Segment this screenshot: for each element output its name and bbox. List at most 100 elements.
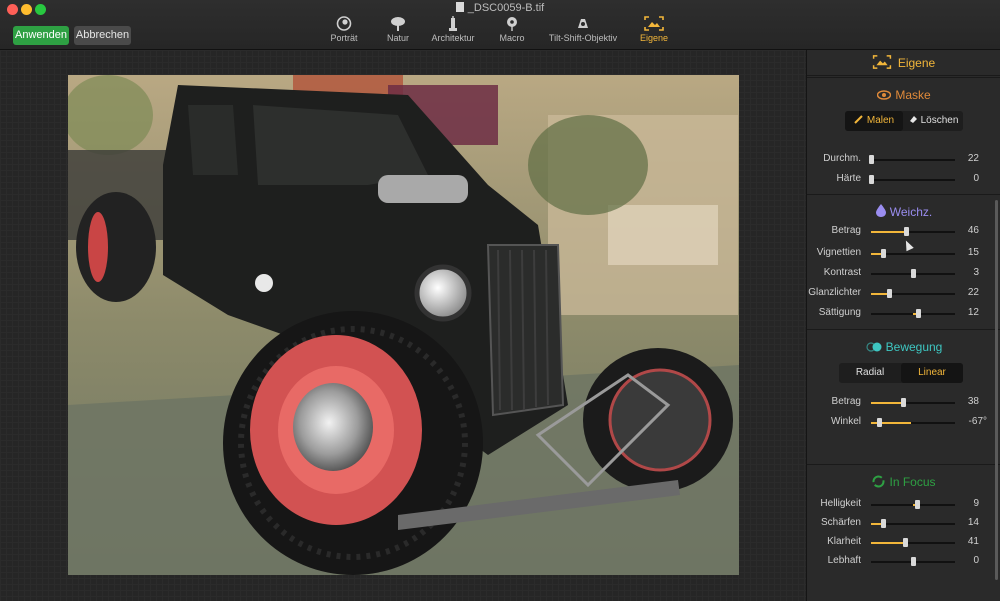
slider-value: 0 [973, 555, 979, 566]
slider-knob[interactable] [911, 557, 916, 566]
slider-label: Betrag [831, 225, 861, 236]
slider-label: Kontrast [823, 267, 861, 278]
slider-knob[interactable] [904, 227, 910, 236]
slider-knob[interactable] [916, 309, 922, 318]
slider-winkel[interactable]: Winkel -67° [807, 416, 1000, 430]
slider-track[interactable] [871, 418, 955, 427]
refresh-focus-icon [872, 475, 885, 488]
slider-schaerfen[interactable]: Schärfen 14 [807, 517, 1000, 531]
paint-label: Malen [866, 115, 895, 126]
linear-button[interactable]: Linear [901, 363, 963, 383]
slider-track[interactable] [871, 289, 955, 298]
slider-value: 12 [967, 307, 979, 318]
slider-vignettien[interactable]: Vignettien 15 [807, 247, 1000, 261]
slider-bewegung-betrag[interactable]: Betrag 38 [807, 396, 1000, 410]
slider-value: 46 [967, 225, 979, 236]
slider-value: 3 [973, 267, 979, 278]
flower-icon [507, 17, 517, 31]
slider-label: Vignettien [816, 247, 861, 258]
radial-button[interactable]: Radial [839, 363, 901, 383]
adjustments-panel: Eigene Maske Malen Löschen Durchm. 22 Hä… [806, 50, 1000, 601]
in-focus-title-text: In Focus [889, 475, 936, 489]
portrait-icon [336, 16, 352, 31]
hot-rod-photo [68, 75, 739, 575]
slider-track[interactable] [871, 519, 955, 528]
apply-button[interactable]: Anwenden [13, 26, 69, 45]
slider-label: Betrag [831, 396, 861, 407]
bewegung-title-text: Bewegung [885, 340, 943, 354]
preset-macro[interactable]: Macro [495, 16, 529, 43]
motion-icon [866, 342, 882, 352]
slider-knob[interactable] [915, 500, 921, 509]
slider-lebhaft[interactable]: Lebhaft 0 [807, 555, 1000, 569]
slider-track[interactable] [871, 309, 955, 318]
tree-icon [391, 17, 405, 31]
slider-klarheit[interactable]: Klarheit 41 [807, 536, 1000, 550]
slider-value: 9 [973, 498, 979, 509]
slider-knob[interactable] [877, 418, 883, 427]
preset-custom[interactable]: Eigene [638, 16, 670, 43]
panel-header: Eigene [807, 50, 1000, 76]
slider-value: 41 [967, 536, 979, 547]
maske-title-text: Maske [895, 88, 931, 102]
slider-value: 22 [967, 287, 979, 298]
preset-tilt-shift[interactable]: Tilt-Shift-Objektiv [546, 16, 620, 43]
slider-label: Schärfen [820, 517, 861, 528]
eraser-icon [909, 116, 917, 123]
preset-architecture[interactable]: Architektur [430, 16, 476, 43]
slider-knob[interactable] [903, 538, 909, 547]
slider-track[interactable] [871, 500, 955, 509]
section-in-focus: In Focus Helligkeit 9 Schärfen 14 Klarhe… [807, 464, 1000, 601]
slider-weichz-betrag[interactable]: Betrag 46 [807, 225, 1000, 239]
slider-knob[interactable] [900, 398, 906, 407]
panel-title: Eigene [897, 56, 936, 70]
erase-button[interactable]: Löschen [903, 111, 963, 131]
drop-icon [875, 204, 886, 217]
slider-value: 38 [967, 396, 979, 407]
slider-label: Lebhaft [827, 555, 861, 566]
paint-button[interactable]: Malen [845, 111, 903, 131]
slider-label: Sättigung [818, 307, 861, 318]
preset-portrait[interactable]: Porträt [328, 16, 360, 43]
preset-label: Natur [386, 33, 409, 43]
preset-nature[interactable]: Natur [380, 16, 416, 43]
slider-label: Glanzlichter [808, 287, 861, 298]
preset-label: Macro [499, 33, 525, 43]
slider-kontrast[interactable]: Kontrast 3 [807, 267, 1000, 281]
slider-saettigung[interactable]: Sättigung 12 [807, 307, 1000, 321]
slider-knob[interactable] [880, 519, 886, 528]
brush-icon [854, 115, 863, 124]
slider-knob[interactable] [880, 249, 886, 258]
slider-label: Härte [836, 173, 861, 184]
slider-helligkeit[interactable]: Helligkeit 9 [807, 498, 1000, 512]
title-bar: _DSC0059-B.tif Anwenden Abbrechen Porträ… [0, 0, 1000, 50]
slider-track[interactable] [871, 538, 955, 547]
slider-haerte[interactable]: Härte 0 [807, 173, 1000, 187]
window-title: _DSC0059-B.tif [0, 2, 1000, 14]
panel-scrollbar[interactable] [995, 200, 998, 580]
slider-durchmesser[interactable]: Durchm. 22 [807, 153, 1000, 167]
slider-track[interactable] [871, 269, 955, 278]
image-canvas[interactable] [0, 50, 806, 601]
preset-label: Porträt [330, 33, 358, 43]
section-maske: Maske Malen Löschen Durchm. 22 Härte 0 [807, 77, 1000, 194]
slider-knob[interactable] [869, 175, 874, 184]
slider-knob[interactable] [911, 269, 916, 278]
slider-track[interactable] [871, 398, 955, 407]
in-focus-title: In Focus [807, 475, 1000, 489]
section-weichz: Weichz. Betrag 46 Vignettien 15 Kontrast… [807, 194, 1000, 329]
weichz-title: Weichz. [807, 204, 1000, 219]
slider-glanzlichter[interactable]: Glanzlichter 22 [807, 287, 1000, 301]
slider-knob[interactable] [869, 155, 874, 164]
photo-preview[interactable] [68, 75, 739, 575]
slider-track[interactable] [871, 249, 955, 258]
preset-label: Tilt-Shift-Objektiv [548, 33, 618, 43]
slider-track[interactable] [869, 175, 955, 184]
slider-track[interactable] [871, 227, 955, 236]
weichz-title-text: Weichz. [889, 205, 933, 219]
slider-knob[interactable] [887, 289, 893, 298]
slider-value: 15 [967, 247, 979, 258]
slider-track[interactable] [871, 557, 955, 566]
cancel-button[interactable]: Abbrechen [74, 26, 131, 45]
slider-track[interactable] [869, 155, 955, 164]
